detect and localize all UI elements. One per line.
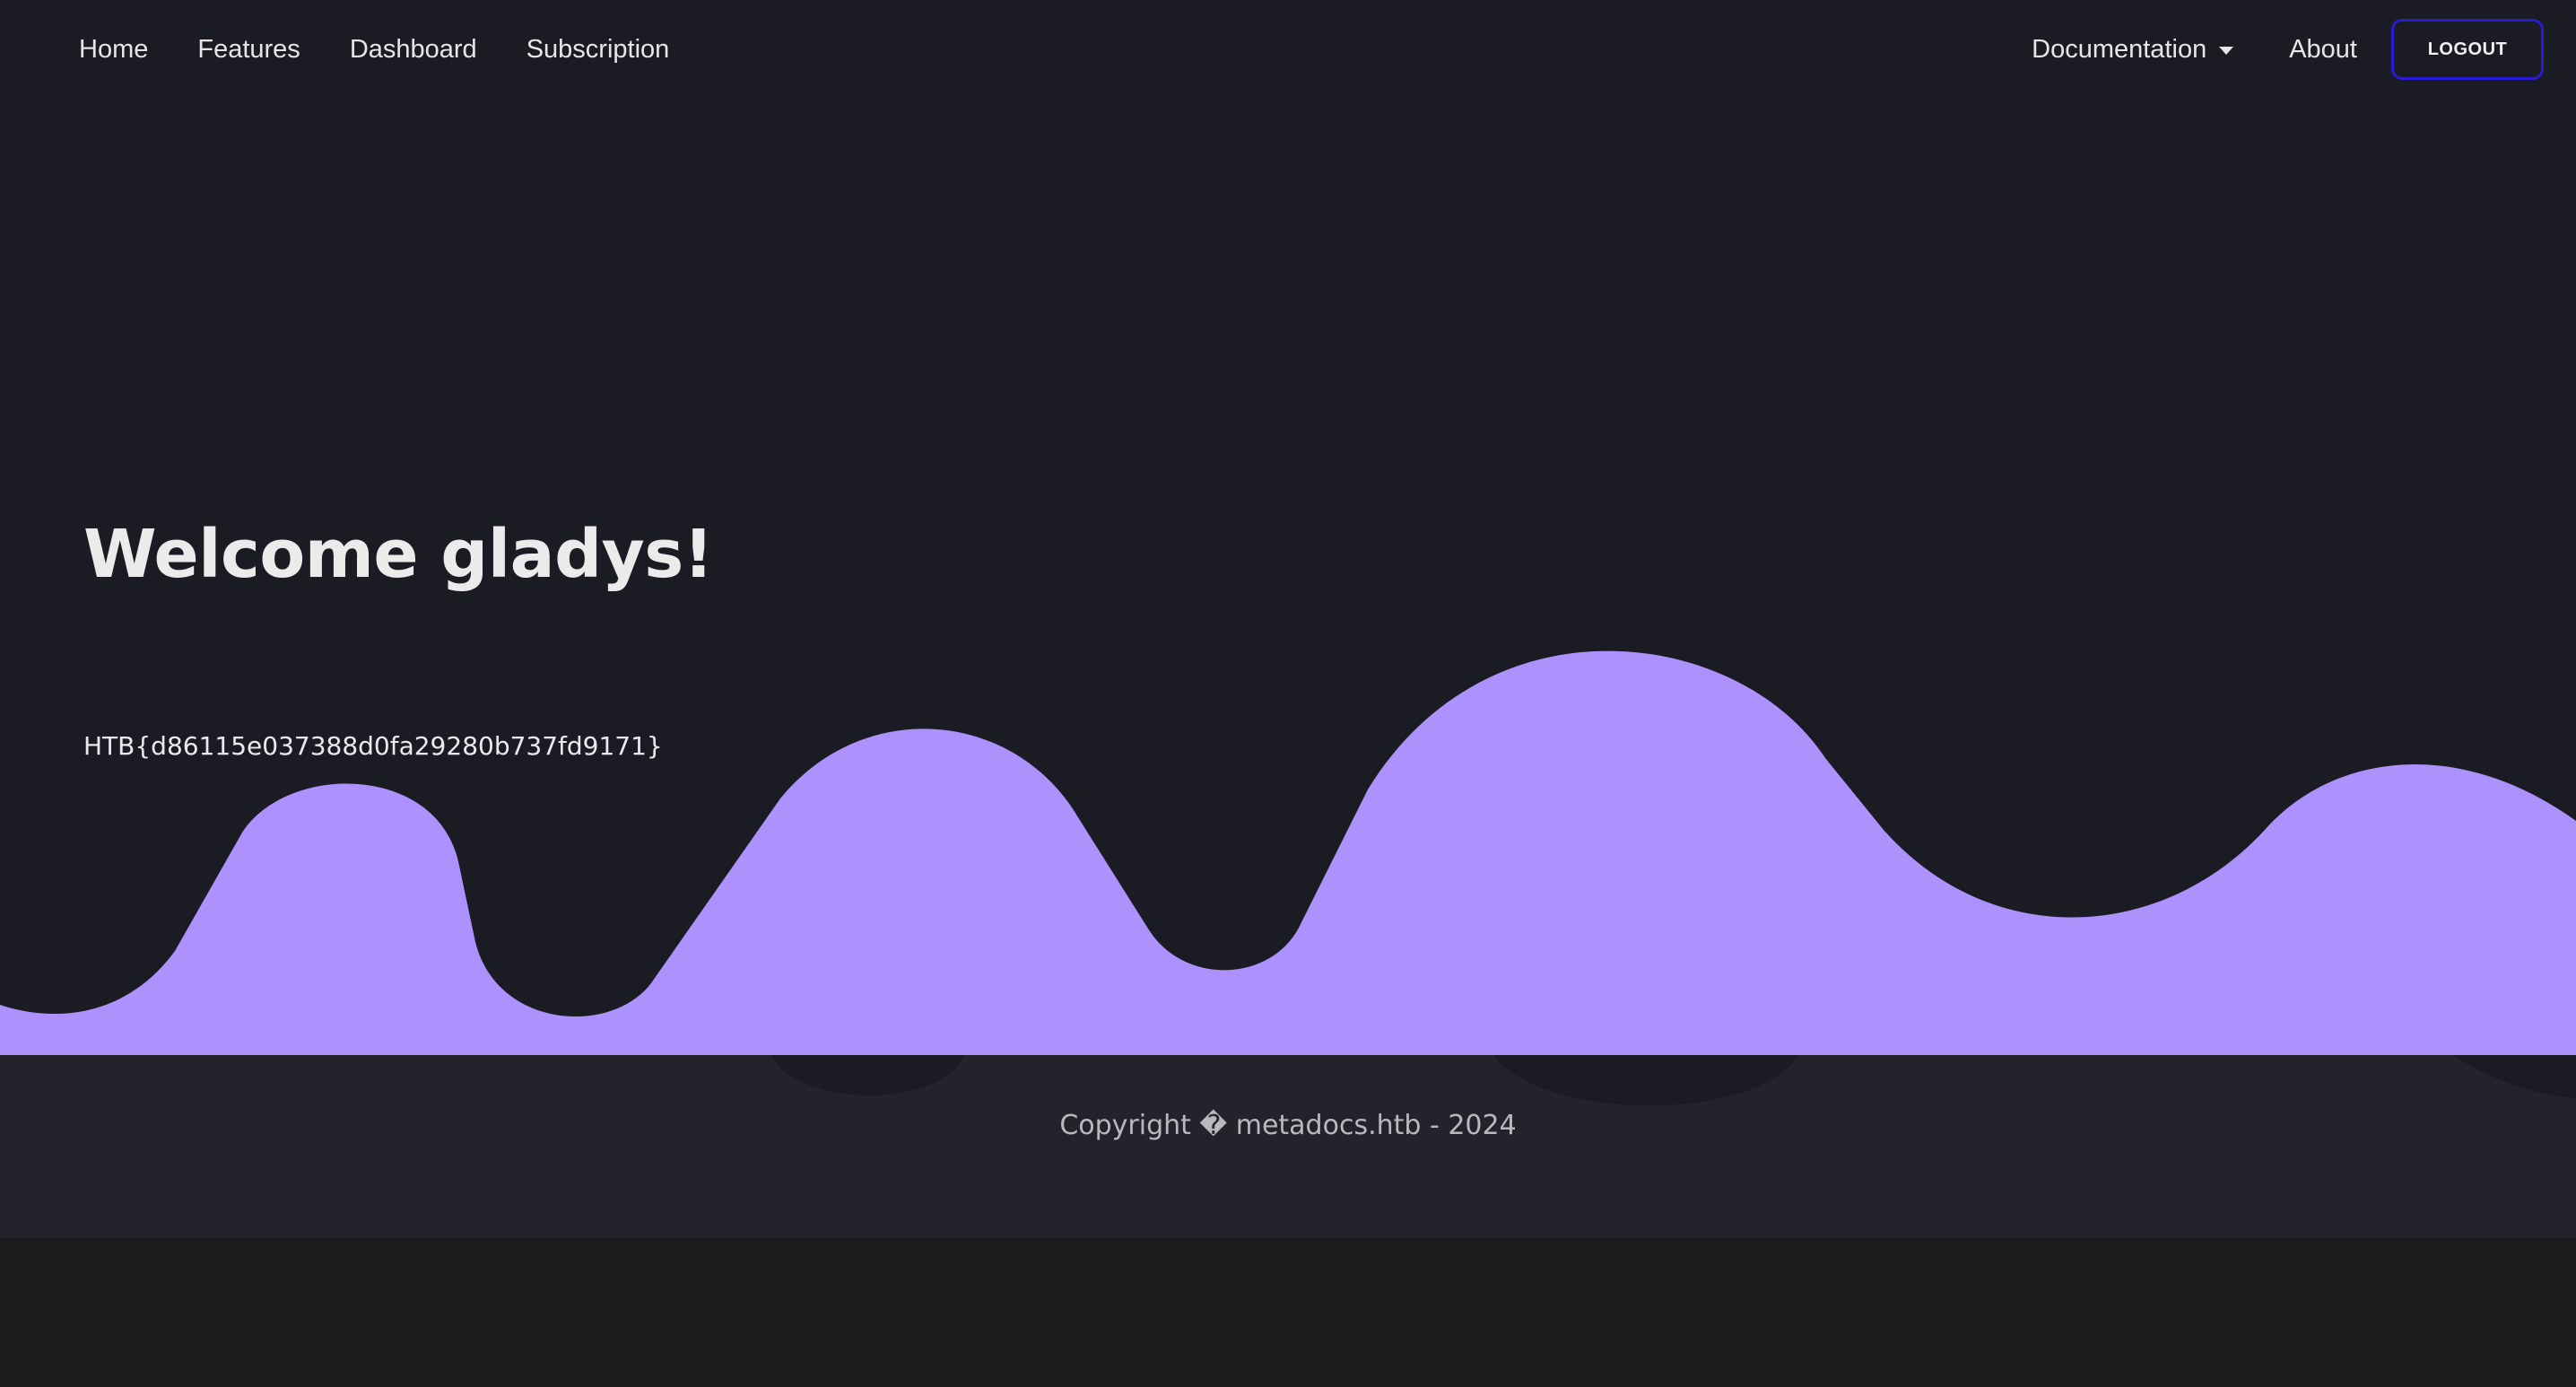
navbar: Home Features Dashboard Subscription Doc… — [0, 0, 2576, 99]
copyright-text: Copyright � metadocs.htb - 2024 — [1059, 1110, 1517, 1141]
documentation-label: Documentation — [2032, 34, 2207, 64]
footer-wave-shadow — [771, 1055, 2576, 1106]
nav-about-link[interactable]: About — [2289, 35, 2357, 65]
nav-dashboard-link[interactable]: Dashboard — [350, 36, 477, 63]
documentation-dropdown[interactable]: Documentation — [2032, 34, 2234, 65]
nav-features-link[interactable]: Features — [197, 36, 300, 63]
nav-left-links: Home Features Dashboard Subscription — [79, 0, 718, 99]
footer — [0, 1055, 2576, 1238]
page: Home Features Dashboard Subscription Doc… — [0, 0, 2576, 1238]
nav-right-links: Documentation About LOGOUT — [2032, 0, 2576, 99]
wave-decoration — [0, 650, 2576, 1055]
welcome-heading: Welcome gladys! — [83, 516, 714, 593]
nav-home-link[interactable]: Home — [79, 36, 148, 63]
caret-down-icon — [2219, 46, 2234, 55]
nav-subscription-link[interactable]: Subscription — [527, 36, 670, 63]
logout-button[interactable]: LOGOUT — [2391, 19, 2544, 80]
flag-text: HTB{d86115e037388d0fa29280b737fd9171} — [83, 731, 663, 761]
